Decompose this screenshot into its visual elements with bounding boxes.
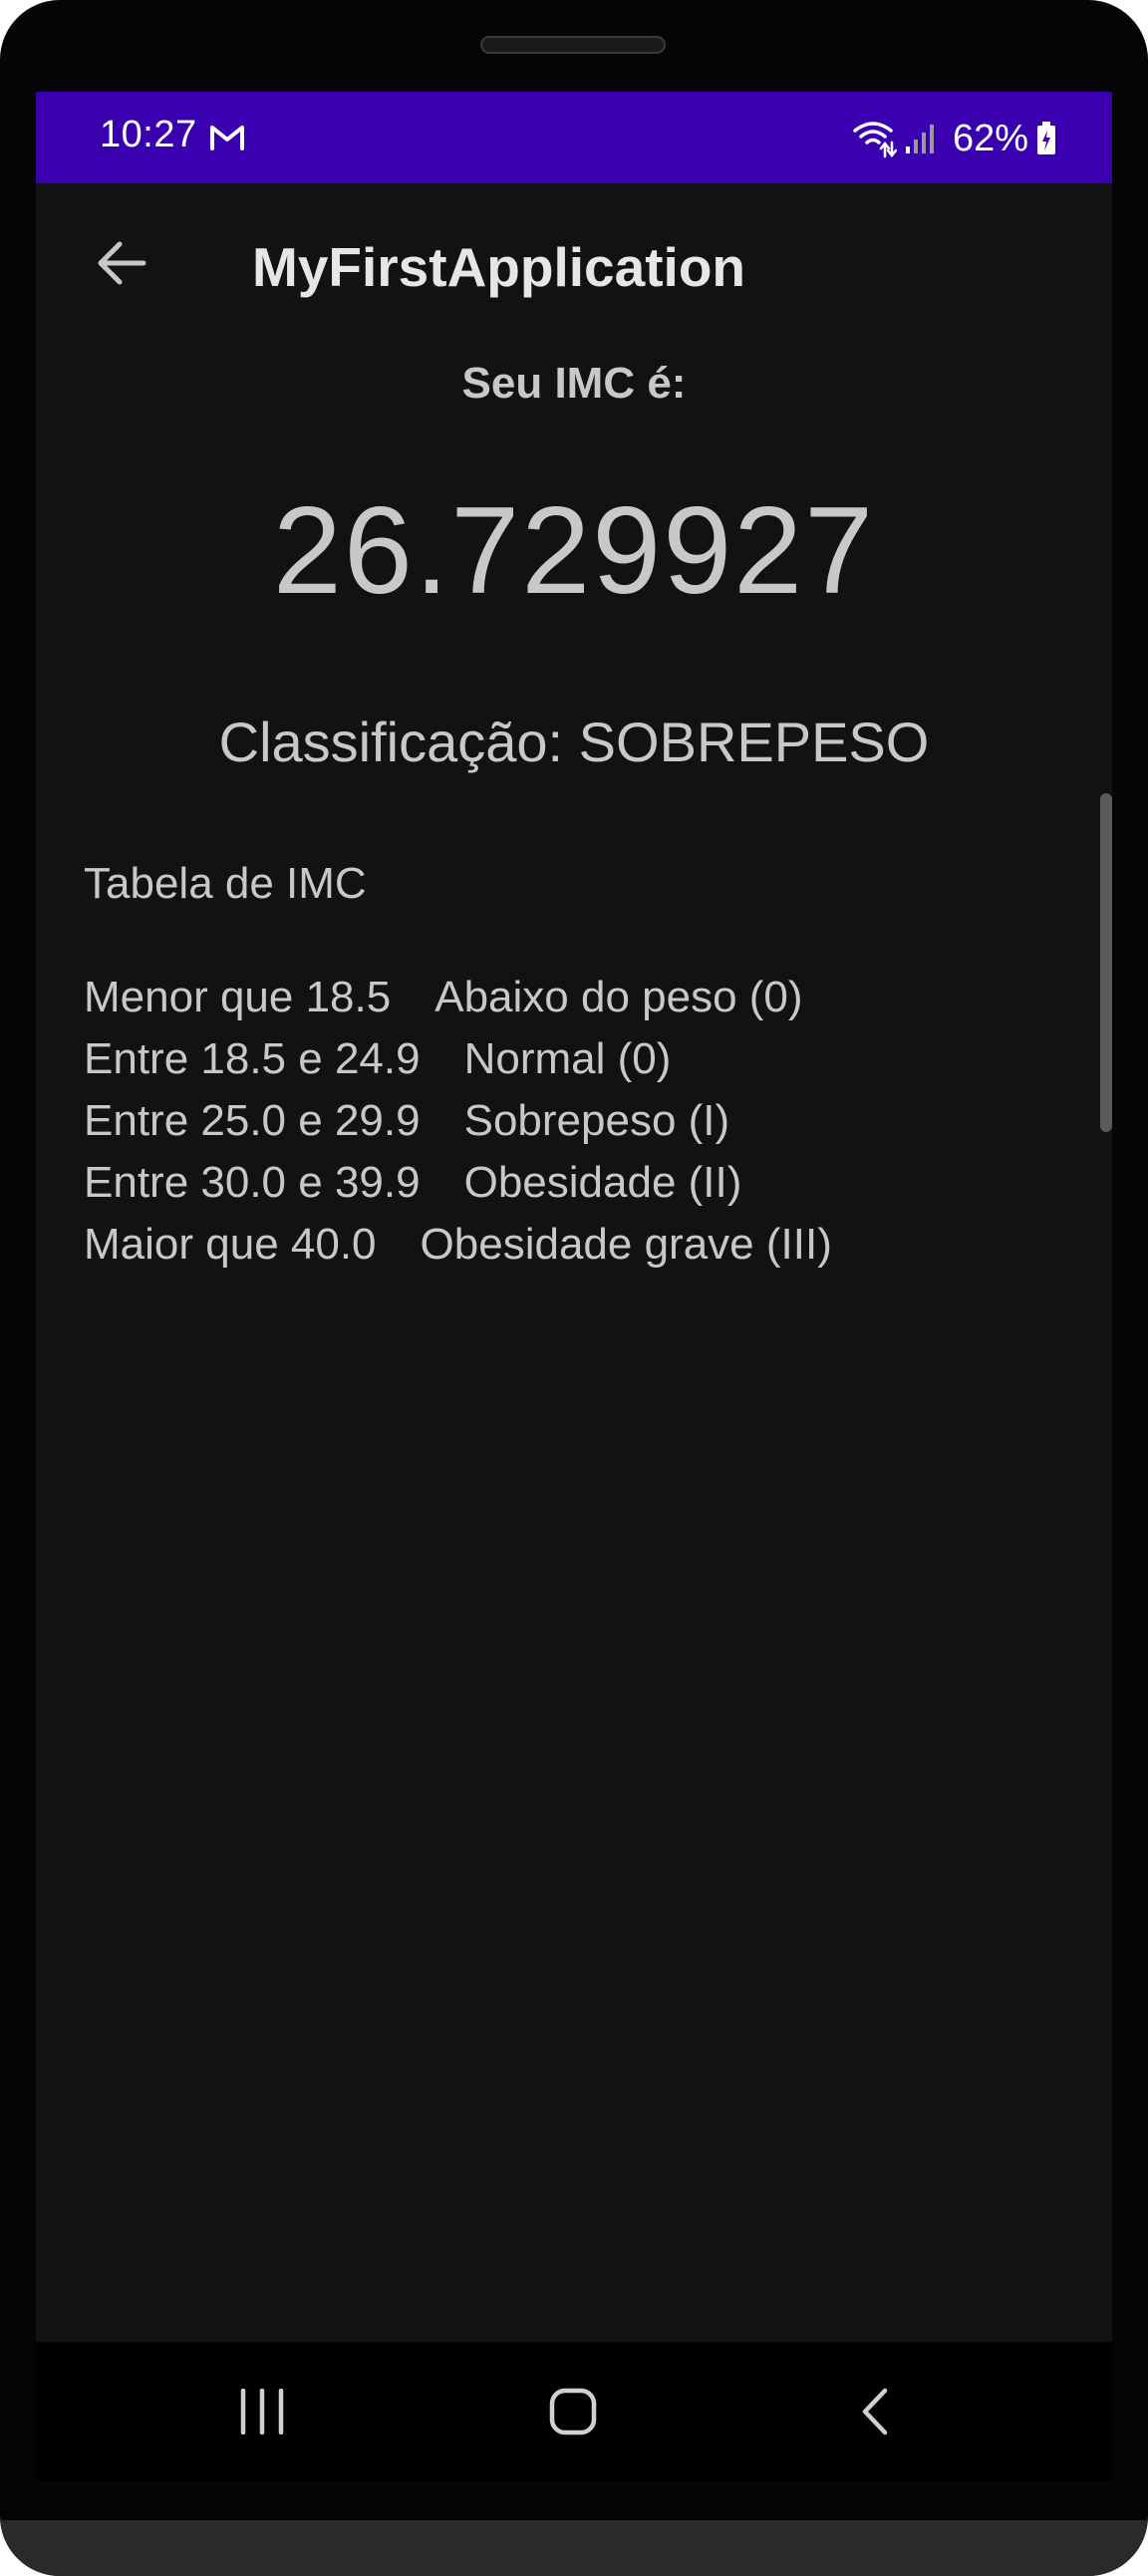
recents-icon (240, 2389, 284, 2434)
nav-back-button[interactable] (830, 2372, 920, 2451)
imc-value: 26.729927 (272, 482, 876, 620)
imc-range: Entre 18.5 e 24.9 (84, 1034, 421, 1083)
imc-category: Sobrepeso (I) (463, 1096, 730, 1145)
imc-range: Entre 25.0 e 29.9 (84, 1096, 421, 1145)
scrollbar[interactable] (1100, 793, 1112, 1132)
system-nav-bar (36, 2342, 1112, 2481)
imc-table-title: Tabela de IMC (84, 859, 367, 908)
imc-table-row: Menor que 18.5 Abaixo do peso (0) (84, 967, 832, 1028)
wifi-icon (853, 119, 897, 158)
earpiece-speaker (480, 36, 666, 54)
imc-table: Menor que 18.5 Abaixo do peso (0) Entre 1… (84, 967, 832, 1276)
classification-text: Classificação: SOBREPESO (218, 711, 930, 773)
phone-frame: 10:27 62% MyFirstApplication Seu IMC é: … (0, 0, 1148, 2576)
app-screen: 10:27 62% MyFirstApplication Seu IMC é: … (36, 92, 1112, 2342)
arrow-back-icon (98, 241, 146, 285)
imc-category: Obesidade grave (III) (420, 1220, 832, 1269)
status-time: 10:27 (100, 114, 197, 155)
status-bar: 10:27 62% (36, 92, 1112, 183)
app-bar: MyFirstApplication (36, 183, 1112, 343)
imc-table-row: Entre 30.0 e 39.9 Obesidade (II) (84, 1152, 832, 1214)
home-icon (549, 2388, 597, 2435)
back-button[interactable] (86, 227, 157, 299)
imc-range: Maior que 40.0 (84, 1220, 377, 1269)
imc-category: Abaixo do peso (0) (434, 973, 803, 1021)
phone-bottom-edge (0, 2520, 1148, 2576)
gmail-icon (209, 122, 245, 151)
status-icons: 62% (853, 114, 1056, 163)
imc-range: Menor que 18.5 (84, 973, 392, 1021)
imc-category: Normal (0) (463, 1034, 672, 1083)
imc-table-row: Entre 18.5 e 24.9 Normal (0) (84, 1028, 832, 1090)
battery-percent: 62% (952, 117, 1028, 159)
imc-table-row: Maior que 40.0 Obesidade grave (III) (84, 1214, 832, 1276)
battery-charging-icon (1036, 122, 1056, 155)
imc-table-row: Entre 25.0 e 29.9 Sobrepeso (I) (84, 1090, 832, 1152)
home-button[interactable] (528, 2372, 618, 2451)
imc-label: Seu IMC é: (461, 359, 687, 408)
app-title: MyFirstApplication (252, 236, 746, 298)
imc-category: Obesidade (II) (463, 1158, 742, 1207)
nav-back-icon (862, 2388, 888, 2435)
signal-icon (905, 123, 939, 154)
imc-range: Entre 30.0 e 39.9 (84, 1158, 421, 1207)
recents-button[interactable] (217, 2372, 307, 2451)
